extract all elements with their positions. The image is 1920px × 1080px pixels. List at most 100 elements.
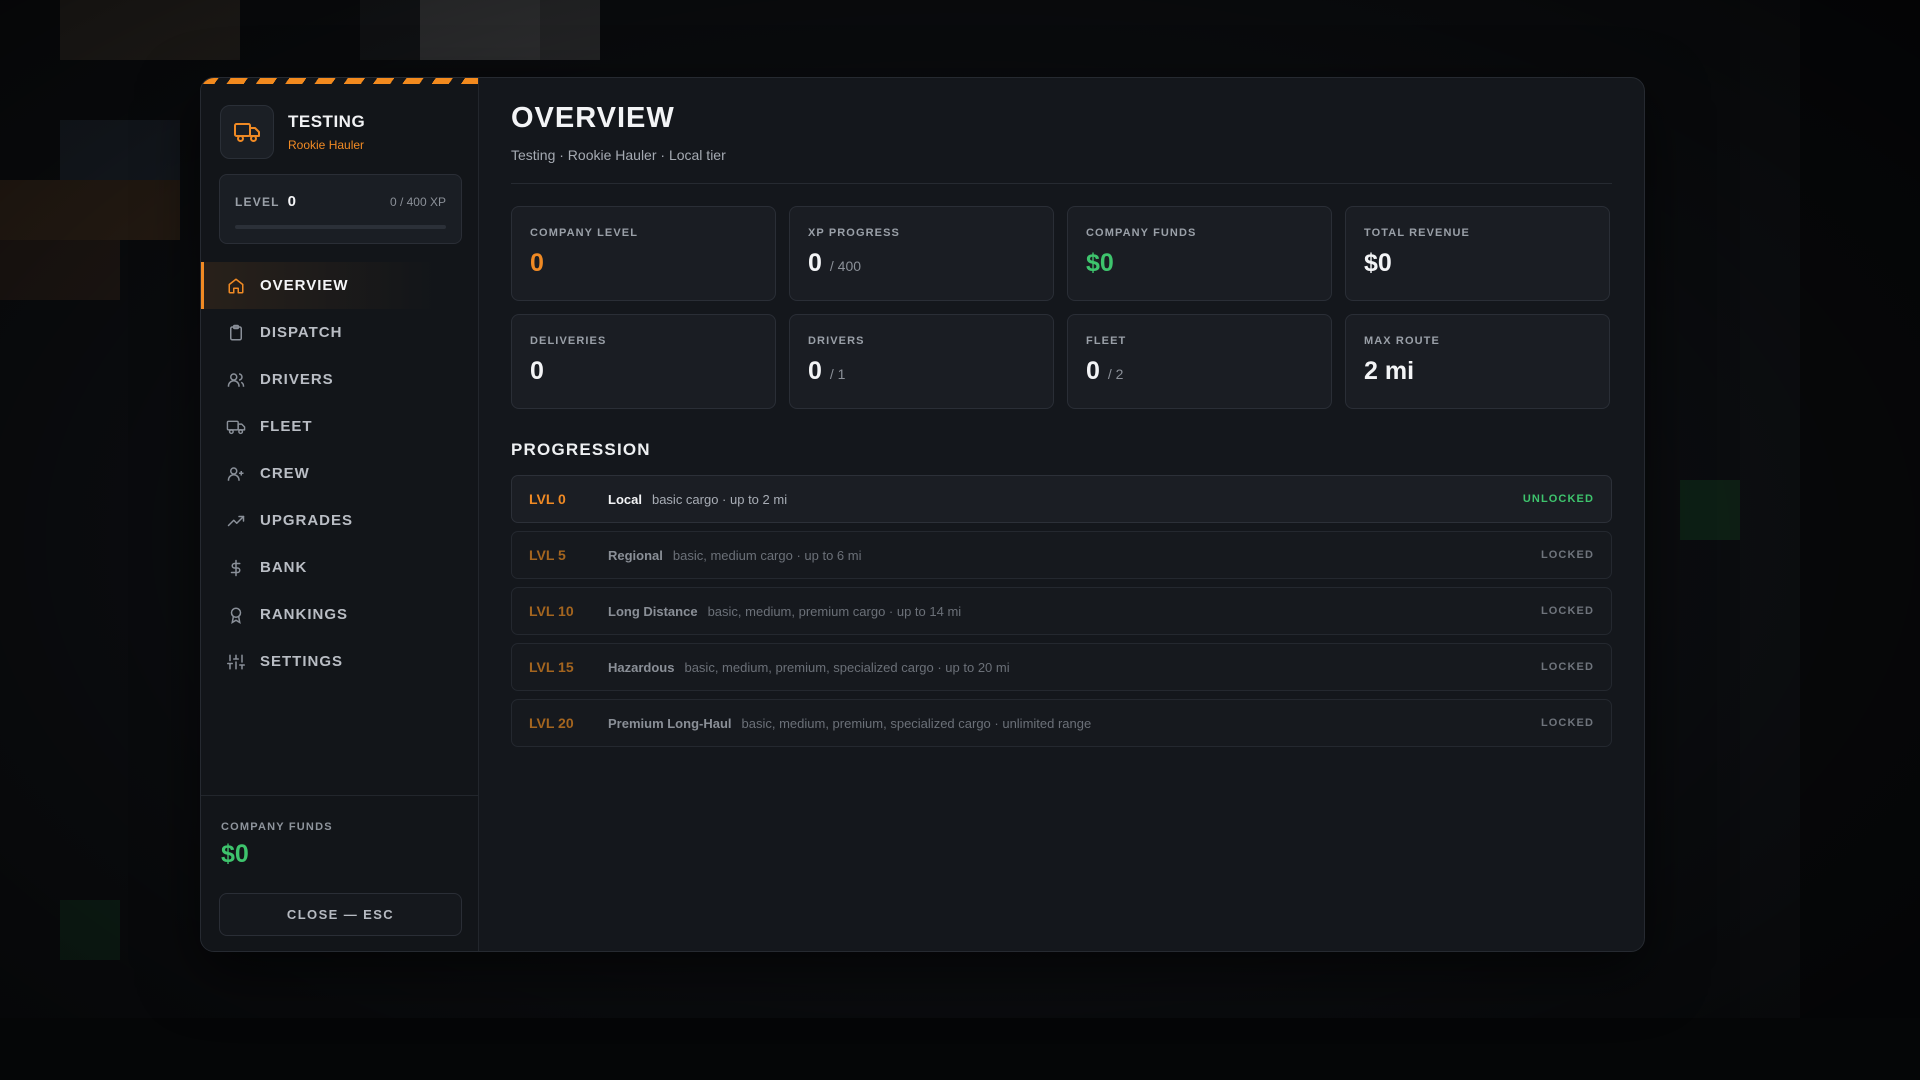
stat-label: COMPANY LEVEL (530, 227, 639, 239)
dollar-icon (226, 558, 246, 578)
company-name: TESTING (288, 112, 366, 131)
stat-card-xp-progress: XP PROGRESS 0 / 400 (789, 206, 1054, 301)
stat-card-company-funds: COMPANY FUNDS $0 (1067, 206, 1332, 301)
tier-name: Local (608, 491, 642, 507)
hazard-stripe (201, 78, 478, 84)
tier-level: LVL 10 (529, 603, 574, 619)
sidebar-item-label: CREW (260, 465, 310, 482)
tier-status-badge: LOCKED (1540, 549, 1594, 561)
award-icon (226, 605, 246, 625)
truck-icon (226, 417, 246, 437)
tier-description: basic cargo · up to 2 mi (651, 491, 788, 507)
xp-text: 0 / 400 XP (389, 194, 446, 209)
progression-row: LVL 10 Long Distance basic, medium, prem… (511, 587, 1612, 635)
stat-card-total-revenue: TOTAL REVENUE $0 (1345, 206, 1610, 301)
sidebar-footer: COMPANY FUNDS $0 CLOSE — ESC (201, 795, 478, 951)
tier-status-badge: LOCKED (1540, 661, 1594, 673)
sidebar-item-label: OVERVIEW (260, 277, 349, 294)
tier-status-badge: LOCKED (1540, 717, 1594, 729)
progression-row: LVL 15 Hazardous basic, medium, premium,… (511, 643, 1612, 691)
sidebar-item-bank[interactable]: BANK (201, 544, 478, 591)
stat-value: $0 (1364, 249, 1392, 277)
sidebar-item-dispatch[interactable]: DISPATCH (201, 309, 478, 356)
stat-label: MAX ROUTE (1364, 335, 1440, 347)
stat-value: 0 (530, 357, 544, 385)
tier-name: Regional (608, 547, 663, 563)
sidebar-item-label: SETTINGS (260, 653, 344, 670)
stat-label: DRIVERS (808, 335, 865, 347)
tier-name: Premium Long-Haul (608, 715, 732, 731)
tier-level: LVL 20 (529, 715, 574, 731)
sidebar-item-drivers[interactable]: DRIVERS (201, 356, 478, 403)
tier-name: Hazardous (608, 659, 675, 675)
stat-label: COMPANY FUNDS (1086, 227, 1197, 239)
users-icon (226, 370, 246, 390)
stat-label: DELIVERIES (530, 335, 607, 347)
tier-description: basic, medium, premium, specialized carg… (684, 659, 1010, 675)
stat-value: 0 (808, 357, 822, 385)
company-rank: Rookie Hauler (288, 138, 365, 152)
header-divider (511, 183, 1612, 184)
tier-status-badge: UNLOCKED (1522, 493, 1594, 505)
company-panel: TESTING Rookie Hauler LEVEL 0 0 / 400 XP… (200, 77, 1645, 952)
clipboard-icon (226, 323, 246, 343)
sidebar-item-rankings[interactable]: RANKINGS (201, 591, 478, 638)
sidebar-item-overview[interactable]: OVERVIEW (201, 262, 478, 309)
progression-row: LVL 20 Premium Long-Haul basic, medium, … (511, 699, 1612, 747)
page-title: OVERVIEW (511, 102, 675, 134)
stat-value: 2 mi (1364, 357, 1415, 385)
sidebar-item-settings[interactable]: SETTINGS (201, 638, 478, 685)
sidebar-item-label: UPGRADES (260, 512, 354, 529)
stat-suffix: / 2 (1107, 366, 1124, 382)
stat-suffix: / 400 (829, 258, 862, 274)
stat-suffix: / 1 (829, 366, 846, 382)
sidebar-item-label: DRIVERS (260, 371, 334, 388)
xp-progress-bar (235, 225, 446, 229)
page-subtitle: Testing · Rookie Hauler · Local tier (511, 147, 726, 163)
stat-value: 0 (808, 249, 822, 277)
level-number: 0 (287, 193, 297, 210)
close-button[interactable]: CLOSE — ESC (219, 893, 462, 936)
level-card: LEVEL 0 0 / 400 XP (219, 174, 462, 244)
stat-value: $0 (1086, 249, 1114, 277)
tier-description: basic, medium, premium, specialized carg… (741, 715, 1092, 731)
tier-description: basic, medium, premium cargo · up to 14 … (707, 603, 962, 619)
tier-status-badge: LOCKED (1540, 605, 1594, 617)
tier-description: basic, medium cargo · up to 6 mi (672, 547, 862, 563)
progression-row: LVL 0 Local basic cargo · up to 2 mi UNL… (511, 475, 1612, 523)
stat-card-fleet: FLEET 0 / 2 (1067, 314, 1332, 409)
stat-card-deliveries: DELIVERIES 0 (511, 314, 776, 409)
stat-card-company-level: COMPANY LEVEL 0 (511, 206, 776, 301)
company-brand: TESTING Rookie Hauler (220, 105, 365, 159)
sidebar-item-upgrades[interactable]: UPGRADES (201, 497, 478, 544)
sidebar-nav: OVERVIEW DISPATCH DRIVERS FLEET CREW UPG… (201, 262, 478, 685)
stat-value: 0 (1086, 357, 1100, 385)
tier-level: LVL 0 (529, 491, 566, 507)
sidebar-item-label: BANK (260, 559, 308, 576)
stat-card-drivers: DRIVERS 0 / 1 (789, 314, 1054, 409)
tier-level: LVL 5 (529, 547, 566, 563)
truck-logo-icon (220, 105, 274, 159)
stat-label: XP PROGRESS (808, 227, 900, 239)
tier-level: LVL 15 (529, 659, 574, 675)
funds-value: $0 (221, 840, 249, 868)
progression-row: LVL 5 Regional basic, medium cargo · up … (511, 531, 1612, 579)
stat-value: 0 (530, 249, 544, 277)
stat-label: FLEET (1086, 335, 1127, 347)
sidebar-item-label: DISPATCH (260, 324, 343, 341)
main-content: OVERVIEW Testing · Rookie Hauler · Local… (511, 78, 1612, 951)
sliders-icon (226, 652, 246, 672)
sidebar: TESTING Rookie Hauler LEVEL 0 0 / 400 XP… (201, 78, 479, 951)
progression-title: PROGRESSION (511, 440, 651, 459)
stat-label: TOTAL REVENUE (1364, 227, 1470, 239)
funds-label: COMPANY FUNDS (221, 821, 333, 833)
home-icon (226, 276, 246, 296)
sidebar-item-label: RANKINGS (260, 606, 349, 623)
tier-name: Long Distance (608, 603, 698, 619)
stat-card-max-route: MAX ROUTE 2 mi (1345, 314, 1610, 409)
level-label: LEVEL (235, 194, 280, 209)
sidebar-item-fleet[interactable]: FLEET (201, 403, 478, 450)
trending-up-icon (226, 511, 246, 531)
sidebar-item-crew[interactable]: CREW (201, 450, 478, 497)
user-plus-icon (226, 464, 246, 484)
